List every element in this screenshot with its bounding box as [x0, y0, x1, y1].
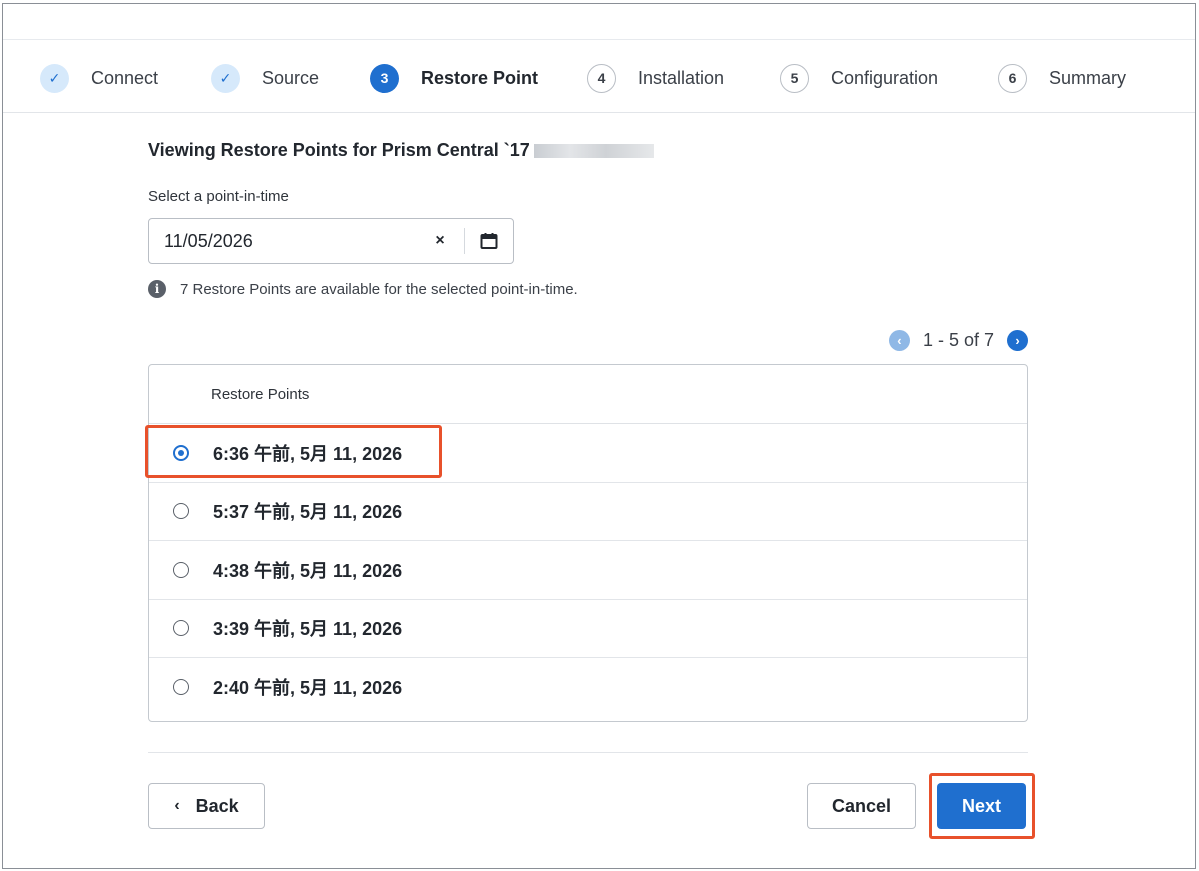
table-row[interactable]: 3:39 午前, 5月 11, 2026 — [149, 600, 1027, 658]
next-button[interactable]: Next — [937, 783, 1026, 829]
step-connect[interactable]: ✓ Connect — [40, 63, 158, 93]
step-label: Connect — [91, 67, 159, 88]
radio-button[interactable] — [173, 561, 189, 578]
table-row[interactable]: 6:36 午前, 5月 11, 2026 — [149, 424, 1027, 483]
back-button[interactable]: ‹ Back — [148, 783, 265, 829]
cancel-button[interactable]: Cancel — [807, 783, 916, 829]
restore-point-label: 6:36 午前, 5月 11, 2026 — [213, 443, 403, 464]
next-page-icon[interactable]: › — [1007, 330, 1028, 351]
date-picker[interactable]: 11/05/2026 × — [148, 218, 514, 264]
restore-point-label: 3:39 午前, 5月 11, 2026 — [213, 619, 403, 640]
restore-point-label: 4:38 午前, 5月 11, 2026 — [213, 560, 403, 581]
radio-button[interactable] — [173, 444, 189, 461]
step-summary[interactable]: 6 Summary — [998, 63, 1126, 93]
prev-page-icon[interactable]: ‹ — [888, 330, 910, 351]
step-number: 5 — [780, 63, 809, 93]
wizard-stepper: ✓ Connect ✓ Source 3 Restore Point 4 Ins… — [3, 40, 1195, 113]
restore-point-label: 5:37 午前, 5月 11, 2026 — [213, 502, 403, 523]
column-header: Restore Points — [149, 365, 1027, 424]
step-source[interactable]: ✓ Source — [211, 63, 319, 93]
step-configuration[interactable]: 5 Configuration — [780, 63, 938, 93]
step-label: Installation — [638, 67, 725, 88]
page-title: Viewing Restore Points for Prism Central… — [148, 140, 654, 161]
table-row[interactable]: 5:37 午前, 5月 11, 2026 — [149, 483, 1027, 541]
info-text: 7 Restore Points are available for the s… — [180, 280, 578, 298]
radio-button[interactable] — [173, 503, 189, 520]
calendar-icon[interactable] — [465, 219, 513, 263]
clear-icon[interactable]: × — [416, 219, 464, 263]
date-input-value[interactable]: 11/05/2026 — [149, 231, 416, 252]
wizard-window: ✓ Connect ✓ Source 3 Restore Point 4 Ins… — [2, 3, 1196, 869]
step-label: Summary — [1049, 67, 1127, 88]
footer-divider — [148, 752, 1028, 753]
radio-button[interactable] — [173, 679, 189, 696]
restore-points-table: Restore Points 6:36 午前, 5月 11, 2026 5:37… — [148, 364, 1028, 722]
step-installation[interactable]: 4 Installation — [587, 63, 724, 93]
info-icon: i — [148, 280, 166, 298]
step-label: Restore Point — [421, 67, 539, 88]
point-in-time-label: Select a point-in-time — [148, 188, 289, 205]
back-label: Back — [195, 795, 239, 816]
step-label: Source — [262, 67, 320, 88]
pagination: ‹ 1 - 5 of 7 › — [888, 330, 1028, 351]
table-row[interactable]: 4:38 午前, 5月 11, 2026 — [149, 541, 1027, 600]
table-row[interactable]: 2:40 午前, 5月 11, 2026 — [149, 658, 1027, 717]
radio-button[interactable] — [173, 620, 189, 637]
step-label: Configuration — [831, 67, 939, 88]
step-number: 6 — [998, 63, 1027, 93]
chevron-left-icon: ‹ — [174, 797, 180, 814]
check-icon: ✓ — [211, 63, 240, 93]
step-number: 4 — [587, 63, 616, 93]
availability-info: i 7 Restore Points are available for the… — [148, 280, 578, 298]
page-title-text: Viewing Restore Points for Prism Central… — [148, 140, 530, 160]
redacted-name — [533, 143, 654, 158]
step-number: 3 — [370, 63, 399, 93]
step-restore-point[interactable]: 3 Restore Point — [370, 63, 538, 93]
page-range: 1 - 5 of 7 — [922, 330, 994, 350]
check-icon: ✓ — [40, 63, 69, 93]
restore-point-label: 2:40 午前, 5月 11, 2026 — [213, 678, 403, 699]
